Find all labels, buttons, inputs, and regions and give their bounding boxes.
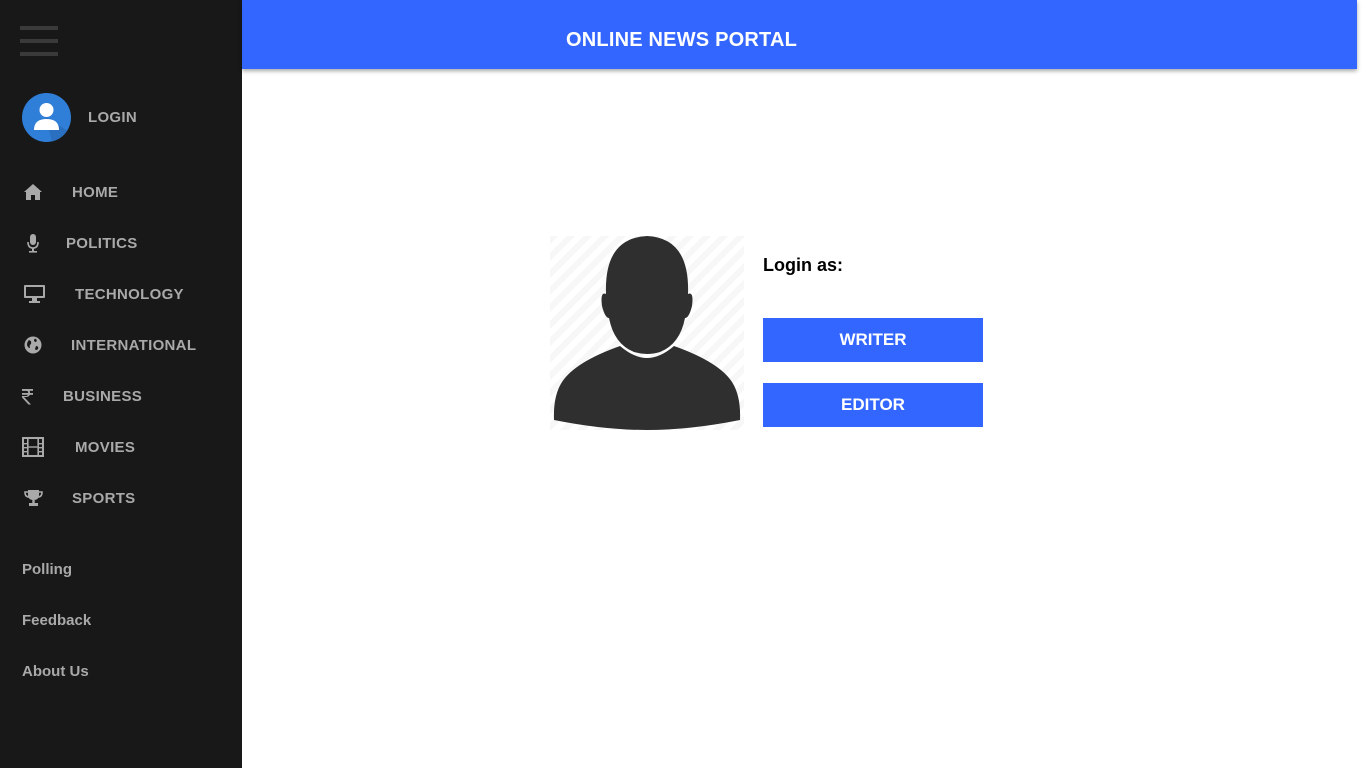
- sidebar-item-label: HOME: [72, 183, 119, 201]
- sidebar-item-label: SPORTS: [72, 489, 136, 507]
- sidebar-link-feedback[interactable]: Feedback: [22, 612, 91, 629]
- sidebar-link-about-us[interactable]: About Us: [22, 663, 89, 680]
- sidebar: LOGIN HOME POLITICS TECHNOLOGY INTERNATI…: [0, 0, 242, 768]
- sidebar-item-technology[interactable]: TECHNOLOGY: [22, 279, 232, 309]
- person-silhouette-icon: [550, 236, 744, 430]
- sidebar-item-label: BUSINESS: [63, 387, 143, 405]
- desktop-icon: [22, 283, 46, 305]
- user-avatar-icon: [22, 93, 71, 142]
- top-header: ONLINE NEWS PORTAL: [242, 0, 1357, 69]
- sidebar-item-label: POLITICS: [66, 234, 138, 252]
- login-prompt: Login as:: [763, 255, 843, 275]
- sidebar-login-label: LOGIN: [88, 109, 137, 126]
- sidebar-login[interactable]: LOGIN: [22, 93, 222, 142]
- film-icon: [22, 436, 44, 458]
- sidebar-item-business[interactable]: BUSINESS: [22, 381, 232, 411]
- sidebar-item-label: MOVIES: [75, 438, 136, 456]
- microphone-icon: [22, 232, 44, 254]
- globe-icon: [22, 334, 44, 356]
- rupee-icon: [22, 385, 34, 407]
- sidebar-link-polling[interactable]: Polling: [22, 561, 72, 578]
- writer-button[interactable]: WRITER: [763, 318, 983, 362]
- sidebar-item-movies[interactable]: MOVIES: [22, 432, 232, 462]
- sidebar-item-politics[interactable]: POLITICS: [22, 228, 232, 258]
- page-title: ONLINE NEWS PORTAL: [566, 29, 798, 51]
- sidebar-item-sports[interactable]: SPORTS: [22, 483, 232, 513]
- sidebar-item-label: TECHNOLOGY: [75, 285, 184, 303]
- editor-button[interactable]: EDITOR: [763, 383, 983, 427]
- sidebar-item-home[interactable]: HOME: [22, 177, 232, 207]
- sidebar-item-international[interactable]: INTERNATIONAL: [22, 330, 232, 360]
- trophy-icon: [22, 487, 44, 509]
- sidebar-item-label: INTERNATIONAL: [71, 336, 197, 354]
- home-icon: [22, 181, 44, 203]
- hamburger-icon[interactable]: [20, 26, 58, 56]
